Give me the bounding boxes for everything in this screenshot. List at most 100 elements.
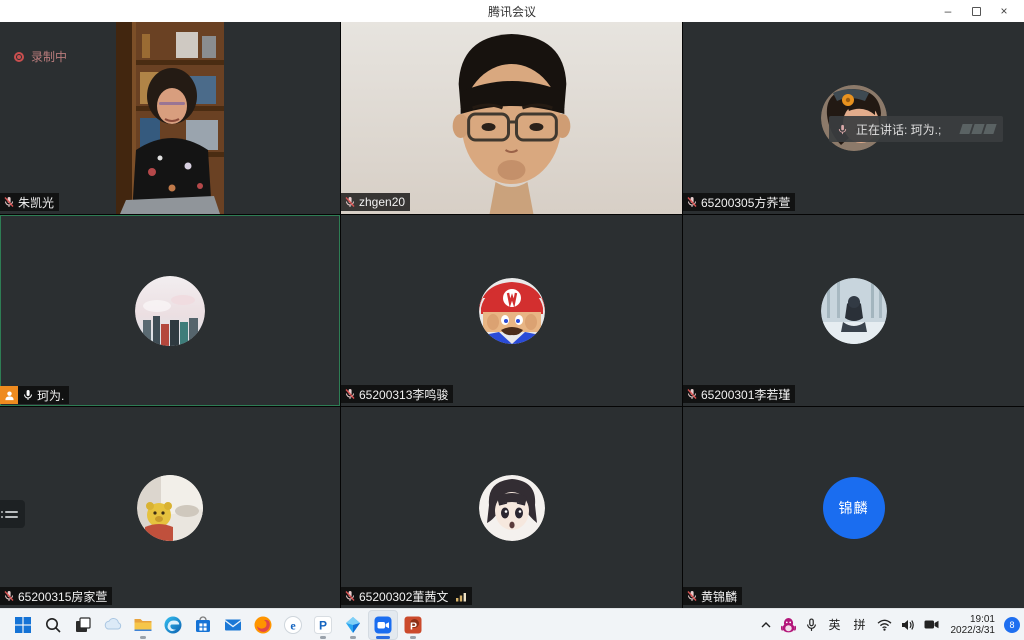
recording-label: 录制中 bbox=[31, 48, 67, 65]
speaking-toast-text: 正在讲话: 珂为.; bbox=[856, 121, 941, 138]
participant-tile-limingjun[interactable]: 65200313李鸣骏 bbox=[341, 215, 682, 406]
participant-name: 朱凯光 bbox=[18, 194, 54, 211]
network-signal-icon bbox=[455, 591, 467, 602]
participant-name: 65200305方荞萱 bbox=[701, 194, 790, 211]
name-label: 65200305方荞萱 bbox=[683, 193, 795, 211]
blue-gem-icon bbox=[343, 615, 363, 635]
taskbar-apps: e P bbox=[0, 610, 428, 640]
mic-muted-icon bbox=[3, 196, 15, 208]
participant-name: 65200313李鸣骏 bbox=[359, 386, 448, 403]
system-tray: 英 拼 19:01 2022/3/31 8 bbox=[760, 614, 1024, 636]
avatar-mario-photo bbox=[479, 278, 545, 344]
ime-layout-indicator[interactable]: 拼 bbox=[852, 616, 868, 633]
participant-tile-kewei[interactable]: 珂为. bbox=[0, 215, 340, 406]
file-explorer-button[interactable] bbox=[128, 610, 158, 640]
member-list-toggle[interactable] bbox=[0, 500, 25, 528]
participant-name: 黄锦麟 bbox=[701, 588, 737, 605]
svg-text:P: P bbox=[319, 618, 327, 632]
search-button[interactable] bbox=[38, 610, 68, 640]
edge-icon bbox=[163, 615, 183, 635]
internet-app-button[interactable]: e bbox=[278, 610, 308, 640]
notification-count-badge[interactable]: 8 bbox=[1004, 617, 1020, 633]
recording-indicator: 录制中 bbox=[14, 48, 67, 65]
widgets-button[interactable] bbox=[98, 610, 128, 640]
name-label: 65200313李鸣骏 bbox=[341, 385, 453, 403]
name-label: 黄锦麟 bbox=[683, 587, 742, 605]
participant-tile-zhgen20[interactable]: zhgen20 bbox=[341, 22, 682, 214]
powerpoint-button[interactable]: P bbox=[398, 610, 428, 640]
taskbar: e P bbox=[0, 608, 1024, 640]
restore-icon bbox=[972, 7, 981, 16]
restore-button[interactable] bbox=[962, 0, 990, 22]
ime-language-indicator[interactable]: 英 bbox=[827, 616, 843, 633]
letter-p-icon: P bbox=[313, 615, 333, 635]
participant-name: zhgen20 bbox=[359, 195, 405, 209]
mail-envelope-icon bbox=[223, 615, 243, 635]
volume-tray-button[interactable] bbox=[901, 619, 915, 631]
avatar-anime-photo bbox=[479, 475, 545, 541]
avatar-initials: 锦麟 bbox=[823, 477, 885, 539]
taskbar-clock[interactable]: 19:01 2022/3/31 bbox=[948, 614, 996, 636]
participant-name: 65200301李若瑾 bbox=[701, 386, 790, 403]
camera-video bbox=[341, 22, 682, 214]
recording-dot-icon bbox=[14, 52, 24, 62]
qq-tray-button[interactable] bbox=[781, 617, 796, 633]
participant-tile-liruojin[interactable]: 65200301李若瑾 bbox=[683, 215, 1024, 406]
member-badge bbox=[0, 386, 18, 404]
avatar bbox=[479, 278, 545, 344]
participant-tile-fangjiaxuan[interactable]: 65200315房家萱 bbox=[0, 407, 340, 608]
mic-muted-icon bbox=[686, 590, 698, 602]
mail-button[interactable] bbox=[218, 610, 248, 640]
name-label: zhgen20 bbox=[341, 193, 410, 211]
participant-tile-fangqiaoxuan[interactable]: 正在讲话: 珂为.; 65200305方荞萱 bbox=[683, 22, 1024, 214]
camera-tray-button[interactable] bbox=[924, 619, 939, 630]
minimize-button[interactable]: – bbox=[934, 0, 962, 22]
gem-app-button[interactable] bbox=[338, 610, 368, 640]
camera-video bbox=[116, 22, 224, 214]
participant-tile-zhukaiguang[interactable]: 录制中 朱凯光 bbox=[0, 22, 340, 214]
mic-muted-icon bbox=[3, 590, 15, 602]
p-app-button[interactable]: P bbox=[308, 610, 338, 640]
participant-name: 65200302董茜文 bbox=[359, 588, 448, 605]
windows-logo-icon bbox=[14, 616, 32, 634]
camera-icon bbox=[924, 619, 939, 630]
name-label: 珂为. bbox=[0, 386, 69, 404]
window-controls: – × bbox=[934, 0, 1018, 22]
avatar bbox=[135, 276, 205, 346]
tray-expand-button[interactable] bbox=[760, 619, 772, 631]
svg-text:e: e bbox=[290, 618, 296, 632]
wifi-tray-button[interactable] bbox=[877, 619, 892, 631]
edge-button[interactable] bbox=[158, 610, 188, 640]
firefox-icon bbox=[253, 615, 273, 635]
participant-name: 65200315房家萱 bbox=[18, 588, 107, 605]
name-label: 65200302董茜文 bbox=[341, 587, 472, 605]
close-button[interactable]: × bbox=[990, 0, 1018, 22]
mic-muted-icon bbox=[344, 590, 356, 602]
participant-name: 珂为. bbox=[37, 387, 64, 404]
tencent-meeting-icon bbox=[373, 615, 393, 635]
task-view-button[interactable] bbox=[68, 610, 98, 640]
search-icon bbox=[44, 616, 62, 634]
participant-tile-huangjinlin[interactable]: 锦麟 黄锦麟 bbox=[683, 407, 1024, 608]
participant-tile-dongqianwen[interactable]: 65200302董茜文 bbox=[341, 407, 682, 608]
avatar bbox=[137, 475, 203, 541]
window-titlebar: 腾讯会议 – × bbox=[0, 0, 1024, 22]
start-button[interactable] bbox=[8, 610, 38, 640]
avatar-plush-photo bbox=[137, 475, 203, 541]
firefox-button[interactable] bbox=[248, 610, 278, 640]
microphone-tray-button[interactable] bbox=[805, 618, 818, 632]
tencent-meeting-button[interactable] bbox=[368, 610, 398, 640]
window-title: 腾讯会议 bbox=[488, 3, 536, 20]
microsoft-store-button[interactable] bbox=[188, 610, 218, 640]
mic-on-icon bbox=[22, 389, 34, 401]
store-bag-icon bbox=[193, 615, 213, 635]
mic-muted-icon bbox=[344, 388, 356, 400]
person-icon bbox=[4, 390, 15, 401]
name-label: 65200301李若瑾 bbox=[683, 385, 795, 403]
wifi-icon bbox=[877, 619, 892, 631]
task-view-icon bbox=[74, 616, 92, 634]
tray-date: 2022/3/31 bbox=[951, 625, 996, 636]
avatar bbox=[821, 278, 887, 344]
list-icon bbox=[5, 511, 18, 513]
mic-muted-icon bbox=[686, 196, 698, 208]
